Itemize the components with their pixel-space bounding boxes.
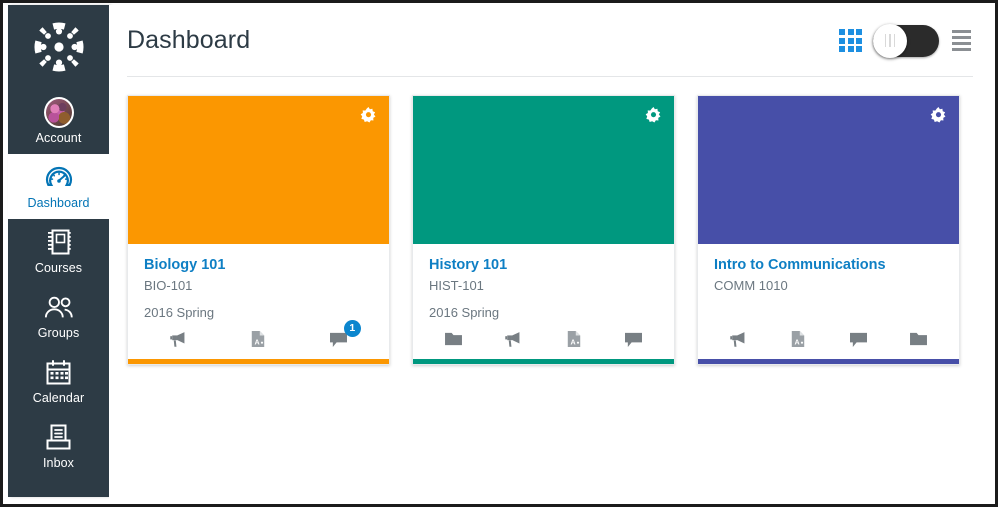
- discussions-speech-icon[interactable]: [621, 327, 647, 351]
- gear-icon[interactable]: [360, 107, 377, 124]
- announcements-megaphone-icon[interactable]: [500, 327, 526, 351]
- gear-icon[interactable]: [645, 107, 662, 124]
- dashboard-speedometer-icon: [44, 162, 74, 192]
- sidebar-item-calendar[interactable]: Calendar: [8, 349, 109, 414]
- status-badge: 1: [343, 320, 361, 337]
- course-card-body: History 101 HIST-101 2016 Spring: [413, 244, 674, 321]
- groups-people-icon: [44, 292, 74, 322]
- main-content: Dashboard Biology 101 BIO-101 2016 Sprin…: [109, 5, 995, 504]
- course-card-header: [698, 96, 959, 244]
- course-term: 2016 Spring: [144, 305, 215, 320]
- sidebar-item-inbox[interactable]: Inbox: [8, 414, 109, 479]
- course-card-accent: [698, 359, 959, 364]
- discussions-speech-icon[interactable]: [846, 327, 872, 351]
- course-card-header: [413, 96, 674, 244]
- sidebar-item-courses[interactable]: Courses: [8, 219, 109, 284]
- course-card-accent: [413, 359, 674, 364]
- course-card-links: A: [413, 321, 674, 359]
- course-card-links: A: [698, 321, 959, 359]
- files-folder-icon[interactable]: [906, 327, 932, 351]
- files-folder-icon[interactable]: [440, 327, 466, 351]
- course-card[interactable]: History 101 HIST-101 2016 Spring A: [412, 95, 675, 365]
- dashboard-view-toggle[interactable]: [873, 23, 939, 58]
- assignments-page-icon[interactable]: A: [245, 327, 271, 351]
- course-title-link[interactable]: Biology 101: [144, 256, 373, 274]
- announcements-megaphone-icon[interactable]: [725, 327, 751, 351]
- svg-text:A: A: [255, 339, 260, 347]
- course-card-accent: [128, 359, 389, 364]
- course-card-links: A 1: [128, 320, 389, 359]
- toggle-knob: [873, 23, 907, 58]
- inbox-tray-icon: [44, 422, 74, 452]
- sidebar-item-label: Groups: [37, 326, 80, 340]
- canvas-logo-icon[interactable]: [8, 5, 109, 89]
- sidebar-item-account[interactable]: Account: [8, 89, 109, 154]
- sidebar-item-label: Account: [35, 131, 82, 145]
- course-term: 2016 Spring: [429, 305, 500, 320]
- sidebar-item-label: Courses: [34, 261, 83, 275]
- course-code: HIST-101: [429, 278, 484, 293]
- course-card[interactable]: Biology 101 BIO-101 2016 Spring A 1: [127, 95, 390, 365]
- gear-icon[interactable]: [930, 107, 947, 124]
- global-navigation: Account Dashboard Courses Groups Calenda…: [8, 5, 109, 497]
- course-title-link[interactable]: History 101: [429, 256, 658, 274]
- course-code: BIO-101: [144, 278, 193, 293]
- discussions-speech-icon[interactable]: 1: [326, 320, 361, 351]
- app-window: Account Dashboard Courses Groups Calenda…: [0, 0, 998, 507]
- avatar: [43, 96, 74, 128]
- sidebar-item-label: Inbox: [42, 456, 75, 470]
- page-title: Dashboard: [127, 26, 251, 54]
- announcements-megaphone-icon[interactable]: [165, 327, 191, 351]
- course-code: COMM 1010: [714, 278, 788, 293]
- svg-text:A: A: [570, 339, 575, 347]
- dashboard-cards: Biology 101 BIO-101 2016 Spring A 1 Hist…: [109, 77, 995, 365]
- list-view-icon[interactable]: [950, 28, 973, 53]
- sidebar-item-groups[interactable]: Groups: [8, 284, 109, 349]
- grid-view-icon[interactable]: [839, 29, 862, 52]
- course-card[interactable]: Intro to Communications COMM 1010 A: [697, 95, 960, 365]
- assignments-page-icon[interactable]: A: [561, 327, 587, 351]
- course-card-body: Biology 101 BIO-101 2016 Spring: [128, 244, 389, 321]
- course-card-body: Intro to Communications COMM 1010: [698, 244, 959, 321]
- page-header: Dashboard: [127, 5, 973, 77]
- sidebar-item-dashboard[interactable]: Dashboard: [8, 154, 109, 219]
- course-card-header: [128, 96, 389, 244]
- course-title-link[interactable]: Intro to Communications: [714, 256, 943, 274]
- sidebar-item-label: Calendar: [32, 391, 85, 405]
- sidebar-item-label: Dashboard: [27, 196, 90, 210]
- svg-text:A: A: [795, 339, 800, 347]
- calendar-icon: [44, 357, 74, 387]
- dashboard-view-controls: [839, 23, 973, 58]
- avatar-icon: [43, 96, 74, 128]
- courses-book-icon: [44, 227, 74, 257]
- assignments-page-icon[interactable]: A: [785, 327, 811, 351]
